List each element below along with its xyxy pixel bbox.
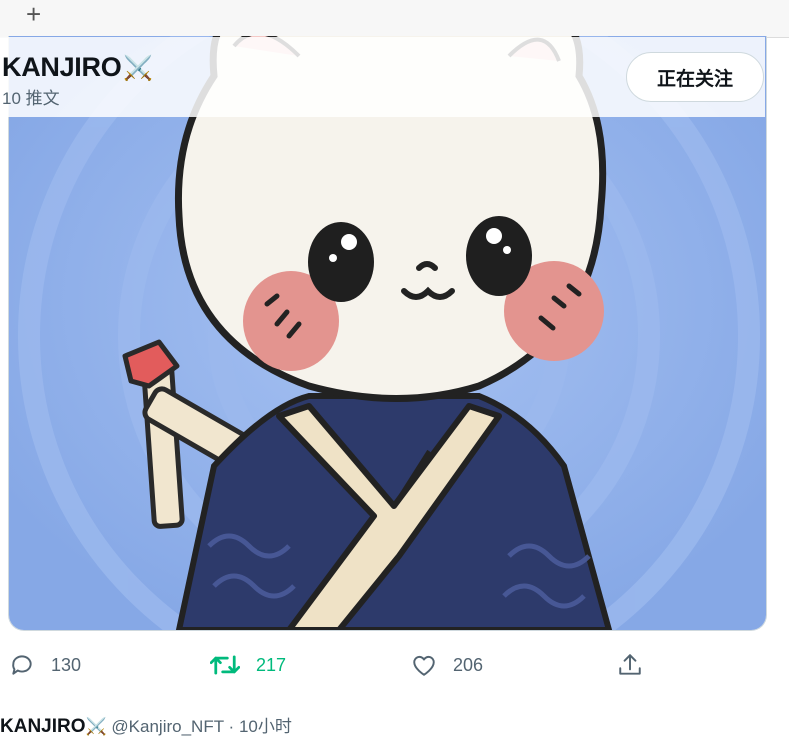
reply-icon: [12, 655, 32, 675]
next-tweet-time[interactable]: 10小时: [239, 717, 292, 736]
following-button[interactable]: 正在关注: [626, 52, 764, 102]
next-tweet-header: KANJIRO⚔️ @Kanjiro_NFT · 10小时: [0, 712, 292, 738]
post-count: 10 推文: [2, 89, 60, 108]
like-button[interactable]: 206: [411, 648, 483, 682]
tweet-media-image[interactable]: [8, 36, 767, 631]
retweet-icon: [210, 655, 240, 675]
separator-dot: ·: [228, 717, 235, 736]
plus-icon[interactable]: +: [26, 0, 41, 28]
profile-name[interactable]: KANJIRO⚔️: [2, 52, 153, 83]
profile-name-text: KANJIRO: [2, 52, 122, 82]
reply-button[interactable]: 130: [9, 648, 81, 682]
crossed-swords-icon: ⚔️: [85, 717, 107, 736]
share-icon: [619, 654, 641, 675]
heart-icon: [413, 655, 435, 676]
crossed-swords-icon: ⚔️: [123, 55, 154, 82]
browser-tab-strip: +: [0, 0, 789, 38]
retweet-button[interactable]: 217: [210, 648, 286, 682]
kanjiro-cat-illustration: [9, 36, 766, 630]
share-button[interactable]: [617, 648, 659, 682]
reply-count: 130: [51, 654, 82, 675]
next-tweet-name[interactable]: KANJIRO: [0, 716, 86, 737]
like-count: 206: [453, 654, 484, 675]
retweet-count: 217: [256, 654, 287, 675]
next-tweet-handle[interactable]: @Kanjiro_NFT: [111, 717, 223, 736]
